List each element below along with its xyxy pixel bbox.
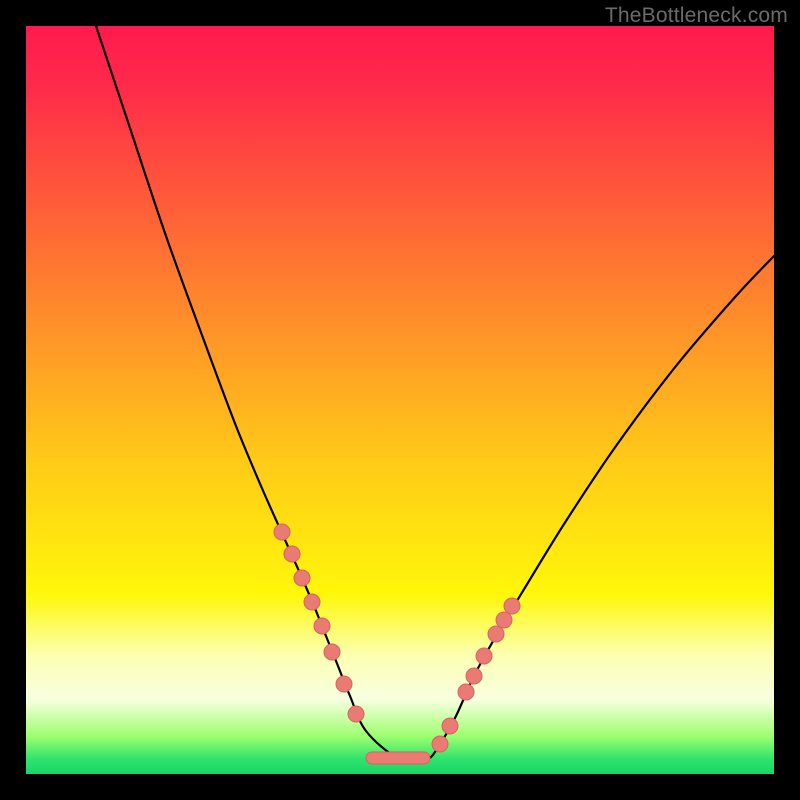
marker-dot (504, 598, 520, 614)
flat-segment-marker (366, 752, 430, 764)
marker-dot (348, 706, 364, 722)
chart-container: TheBottleneck.com (0, 0, 800, 800)
markers-left-branch (274, 524, 364, 722)
marker-dot (324, 644, 340, 660)
marker-dot (442, 718, 458, 734)
marker-dot (476, 648, 492, 664)
marker-dot (274, 524, 290, 540)
marker-dot (294, 570, 310, 586)
plot-area (26, 26, 774, 774)
markers-right-branch (432, 598, 520, 752)
bottleneck-curve (26, 26, 774, 774)
curve-path (96, 26, 774, 762)
marker-dot (336, 676, 352, 692)
marker-dot (458, 684, 474, 700)
marker-dot (488, 626, 504, 642)
marker-dot (432, 736, 448, 752)
marker-dot (284, 546, 300, 562)
marker-dot (314, 618, 330, 634)
marker-dot (466, 668, 482, 684)
watermark-label: TheBottleneck.com (605, 4, 788, 28)
marker-dot (496, 612, 512, 628)
marker-dot (304, 594, 320, 610)
